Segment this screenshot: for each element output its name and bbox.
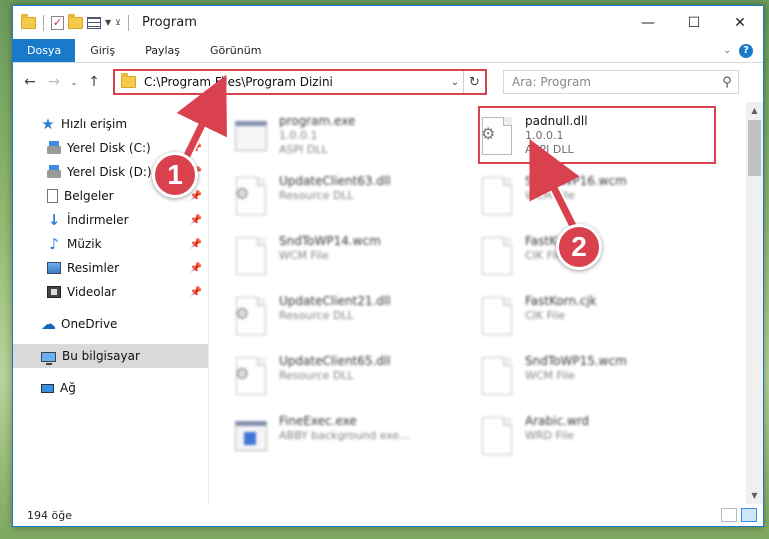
pin-icon: 📌 — [189, 238, 202, 250]
pictures-icon — [47, 262, 61, 274]
file-item[interactable]: Arabic.wrd WRD File — [475, 410, 721, 470]
tab-file[interactable]: Dosya — [13, 39, 76, 62]
file-item[interactable]: SndToWP15.wcm WCM File — [475, 350, 721, 410]
refresh-button[interactable]: ↻ — [463, 71, 485, 93]
details-view-button[interactable] — [721, 508, 737, 522]
scroll-down-icon[interactable]: ▼ — [746, 487, 763, 504]
address-bar[interactable]: C:\Program Files\Program Dizini ⌄ ↻ — [113, 69, 487, 95]
vertical-scrollbar[interactable]: ▲ ▼ — [746, 102, 763, 504]
file-icon — [482, 417, 512, 455]
properties-icon[interactable] — [87, 16, 101, 29]
star-icon: ★ — [41, 115, 55, 133]
exe-icon — [235, 421, 267, 451]
file-icon — [482, 297, 512, 335]
tiles-view-button[interactable] — [741, 508, 757, 522]
quick-access-toolbar: ✓ ▼ ⊻ — [21, 13, 132, 31]
network-icon — [41, 383, 54, 393]
window-title: Program — [142, 15, 197, 30]
dll-gear-icon: ⚙ — [235, 364, 250, 383]
tab-home[interactable]: Giriş — [75, 39, 130, 62]
address-path[interactable]: C:\Program Files\Program Dizini — [144, 75, 333, 89]
close-button[interactable]: ✕ — [717, 6, 763, 39]
folder-icon — [121, 73, 136, 88]
tab-view[interactable]: Görünüm — [195, 39, 276, 62]
scroll-up-icon[interactable]: ▲ — [746, 102, 763, 119]
file-icon — [482, 237, 512, 275]
drive-icon — [47, 140, 61, 154]
videos-icon — [47, 286, 61, 298]
file-icon — [482, 177, 512, 215]
folder-icon — [21, 13, 36, 29]
sidebar-item-quick-access[interactable]: ★ Hızlı erişim — [13, 112, 208, 136]
callout-2: 2 — [556, 224, 602, 270]
target-file-highlight — [478, 106, 716, 164]
dll-gear-icon: ⚙ — [235, 304, 250, 323]
sidebar-item-music[interactable]: ♪ Müzik 📌 — [13, 232, 208, 256]
search-input[interactable]: Ara: Program ⚲ — [503, 70, 739, 94]
sidebar-item-downloads[interactable]: ↓ İndirmeler 📌 — [13, 208, 208, 232]
file-list: program.exe 1.0.0.1 ASPI DLL ⚙ padnull.d… — [209, 102, 763, 504]
sidebar-item-pictures[interactable]: Resimler 📌 — [13, 256, 208, 280]
pin-icon: 📌 — [189, 286, 202, 298]
ribbon-tabs: Dosya Giriş Paylaş Görünüm ⌄ ? — [13, 39, 763, 63]
music-icon: ♪ — [49, 235, 59, 253]
drive-icon — [47, 164, 61, 178]
expand-ribbon-icon[interactable]: ⌄ — [723, 46, 731, 56]
item-count: 194 öğe — [27, 508, 72, 522]
sidebar-item-network[interactable]: Ağ — [13, 376, 208, 400]
exe-icon — [235, 121, 267, 151]
new-folder-icon[interactable] — [68, 13, 83, 29]
file-item[interactable]: ⚙ UpdateClient21.dll Resource DLL — [229, 290, 475, 350]
search-placeholder: Ara: Program — [512, 75, 591, 89]
forward-button[interactable]: → — [43, 70, 65, 94]
downloads-icon: ↓ — [47, 211, 61, 229]
pin-icon: 📌 — [189, 190, 202, 202]
sidebar-item-this-pc[interactable]: Bu bilgisayar — [13, 344, 208, 368]
file-item[interactable]: ⚙ UpdateClient63.dll Resource DLL — [229, 170, 475, 230]
onedrive-icon: ☁ — [41, 315, 56, 333]
file-icon — [236, 237, 266, 275]
customize-toolbar-icon[interactable]: ⊻ — [115, 18, 121, 27]
tab-share[interactable]: Paylaş — [130, 39, 195, 62]
file-item[interactable]: program.exe 1.0.0.1 ASPI DLL — [229, 110, 475, 170]
documents-icon — [47, 189, 58, 203]
pin-icon: 📌 — [189, 142, 202, 154]
search-icon[interactable]: ⚲ — [716, 75, 738, 90]
title-bar: ✓ ▼ ⊻ Program — ☐ ✕ — [13, 6, 763, 39]
explorer-window: ✓ ▼ ⊻ Program — ☐ ✕ Dosya Giriş Paylaş G… — [12, 5, 764, 527]
callout-1: 1 — [152, 152, 198, 198]
chevron-down-icon[interactable]: ▼ — [105, 18, 111, 27]
file-item[interactable]: FineExec.exe ABBY background exe... — [229, 410, 475, 470]
file-item[interactable]: SndToWP16.wcm WCM File — [475, 170, 721, 230]
scroll-thumb[interactable] — [748, 120, 761, 176]
file-item[interactable]: SndToWP14.wcm WCM File — [229, 230, 475, 290]
minimize-button[interactable]: — — [625, 6, 671, 39]
pin-icon: 📌 — [189, 214, 202, 226]
file-item[interactable]: FastKorn.cjk CIK File — [475, 290, 721, 350]
maximize-button[interactable]: ☐ — [671, 6, 717, 39]
sidebar-item-videos[interactable]: Videolar 📌 — [13, 280, 208, 304]
back-button[interactable]: ← — [19, 70, 41, 94]
computer-icon — [41, 351, 56, 365]
recent-locations-button[interactable]: ⌄ — [67, 70, 81, 94]
up-button[interactable]: ↑ — [83, 70, 105, 94]
status-bar: 194 öğe — [13, 504, 763, 526]
navigation-bar: ← → ⌄ ↑ C:\Program Files\Program Dizini … — [13, 63, 763, 101]
sidebar-item-onedrive[interactable]: ☁ OneDrive — [13, 312, 208, 336]
file-item[interactable]: ⚙ UpdateClient65.dll Resource DLL — [229, 350, 475, 410]
help-icon[interactable]: ? — [739, 43, 753, 58]
properties-check-icon[interactable]: ✓ — [51, 15, 64, 30]
file-icon — [482, 357, 512, 395]
chevron-down-icon[interactable]: ⌄ — [447, 77, 463, 88]
dll-gear-icon: ⚙ — [235, 184, 250, 203]
pin-icon: 📌 — [189, 262, 202, 274]
